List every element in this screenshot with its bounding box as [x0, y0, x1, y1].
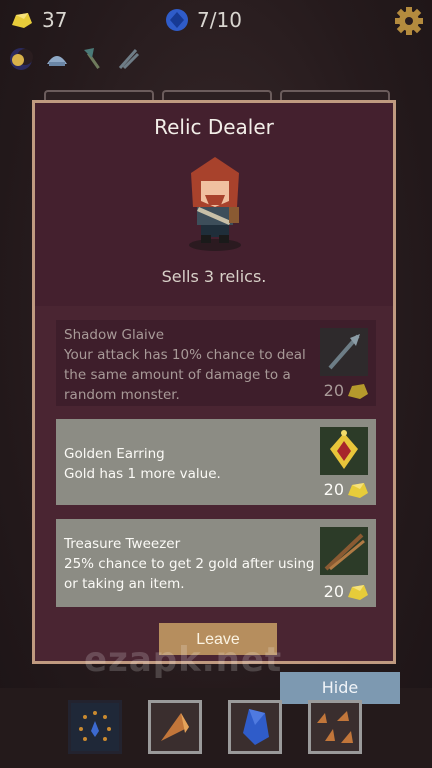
- relic-description: 25% chance to get 2 gold after using or …: [64, 556, 315, 592]
- relic-item-treasure-tweezer[interactable]: Treasure Tweezer 25% chance to get 2 gol…: [56, 519, 376, 607]
- axe-icon[interactable]: [80, 46, 106, 72]
- gem-icon: [166, 9, 188, 31]
- gold-counter: 37: [10, 8, 67, 32]
- droplets-card-icon: [79, 711, 111, 741]
- shadow-glaive-icon: [320, 328, 368, 376]
- gear-icon[interactable]: [394, 6, 424, 36]
- gem-value: 7/10: [197, 8, 242, 32]
- claw-icon[interactable]: [116, 46, 142, 72]
- hand-card-droplets[interactable]: [68, 700, 122, 754]
- owned-relics: [8, 46, 142, 72]
- golden-earring-icon: [320, 427, 368, 475]
- gold-icon: [348, 585, 368, 600]
- relic-item-golden-earring[interactable]: Golden Earring Gold has 1 more value. 20: [56, 419, 376, 505]
- moon-icon[interactable]: [8, 46, 34, 72]
- dialog-title: Relic Dealer: [154, 115, 274, 139]
- hand-card-claw[interactable]: [148, 700, 202, 754]
- watermark: ezapk.net: [84, 640, 283, 680]
- relic-price: 20: [323, 381, 344, 400]
- gem-counter: 7/10: [165, 8, 242, 32]
- gold-value: 37: [42, 8, 68, 32]
- hand-card-claws[interactable]: [308, 700, 362, 754]
- status-bar: 37 7/10: [0, 0, 432, 44]
- gold-icon: [348, 483, 368, 498]
- relic-description: Gold has 1 more value.: [64, 466, 221, 482]
- claw-card-icon: [161, 713, 189, 741]
- relic-price: 20: [323, 582, 344, 601]
- tweezer-icon: [320, 527, 368, 575]
- relic-price: 20: [323, 480, 344, 499]
- dealer-character-icon: [189, 157, 241, 251]
- relic-item-shadow-glaive[interactable]: Shadow Glaive Your attack has 10% chance…: [56, 320, 376, 406]
- hand-card-gem[interactable]: [228, 700, 282, 754]
- relic-description: Your attack has 10% chance to deal the s…: [64, 347, 306, 403]
- gold-icon: [12, 13, 32, 28]
- claws-card-icon: [317, 711, 353, 743]
- gem-card-icon: [243, 709, 269, 745]
- dialog-subtitle: Sells 3 relics.: [161, 267, 267, 286]
- relic-dealer-dialog: Relic Dealer Sells 3 relics. Shadow Glai…: [32, 100, 396, 664]
- helmet-icon[interactable]: [44, 46, 70, 72]
- gold-icon: [348, 384, 368, 399]
